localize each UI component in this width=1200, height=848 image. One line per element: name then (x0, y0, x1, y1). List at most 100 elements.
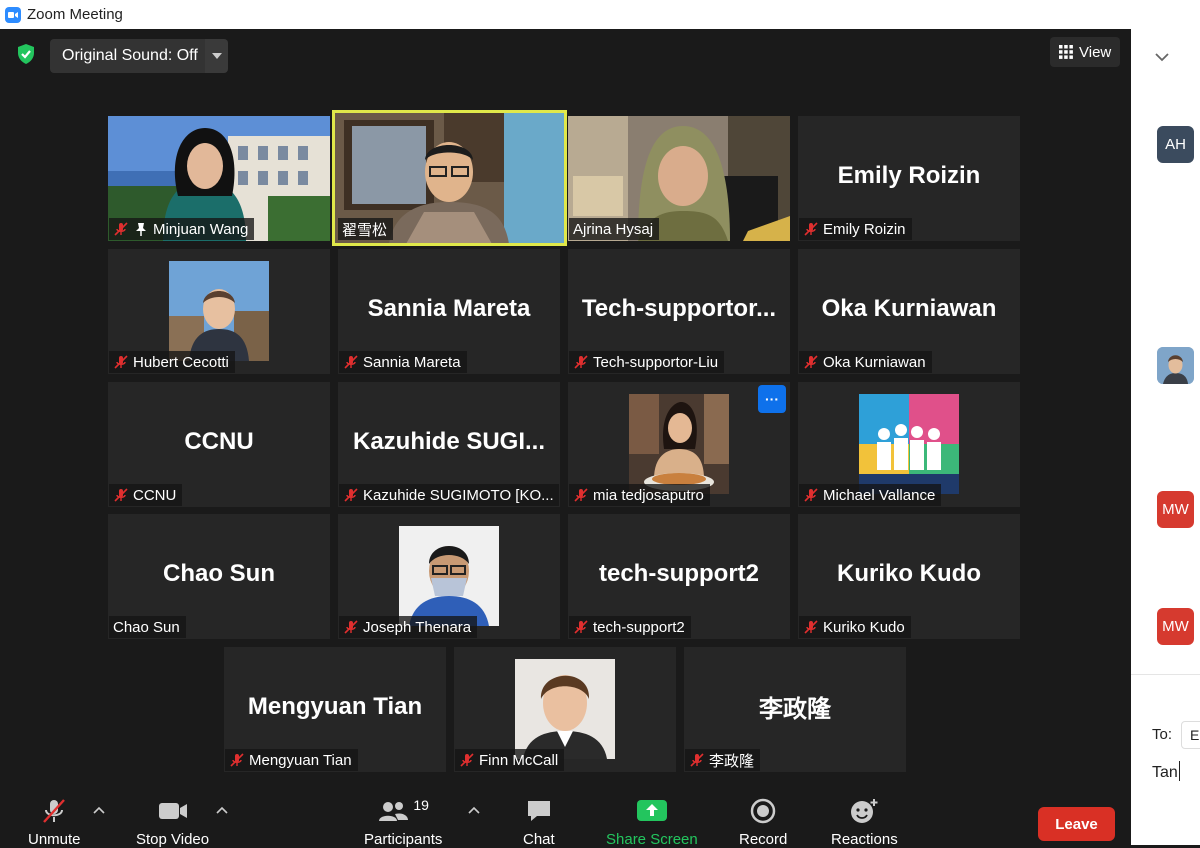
participant-label: Finn McCall (455, 749, 565, 771)
record-label: Record (739, 831, 788, 848)
participant-name: 翟雪松 (342, 221, 388, 239)
joseph-thenara-photo (399, 526, 499, 626)
participant-name: mia tedjosaputro (593, 486, 704, 504)
muted-mic-icon (804, 222, 818, 236)
participant-name: Joseph Thenara (363, 618, 472, 636)
participant-display-name: Sannia Mareta (367, 294, 531, 322)
participant-label: Minjuan Wang (109, 218, 255, 240)
participant-tile-michael-vallance[interactable]: Michael Vallance (798, 382, 1020, 507)
text-cursor (1178, 761, 1180, 781)
chevron-up-icon[interactable] (93, 805, 105, 815)
participant-tile-kuriko-kudo[interactable]: Kuriko Kudo Kuriko Kudo (798, 514, 1020, 639)
participant-tile-tech-support2[interactable]: tech-support2 tech-support2 (568, 514, 790, 639)
muted-mic-icon (344, 620, 358, 634)
chat-message-text: Tan (1152, 764, 1178, 781)
participant-label: Chao Sun (109, 616, 186, 638)
participant-label: Mengyuan Tian (225, 749, 358, 771)
participant-label: Ajrina Hysaj (569, 218, 660, 240)
participant-tile-hubert-cecotti[interactable]: Hubert Cecotti (108, 249, 330, 374)
encryption-shield-icon[interactable] (14, 42, 38, 66)
zoom-app-icon (5, 6, 21, 23)
chat-avatar-initials: MW (1162, 618, 1189, 635)
muted-mic-icon (574, 488, 588, 502)
stop-video-button[interactable]: Stop Video (136, 797, 209, 848)
participant-name: Finn McCall (479, 751, 559, 769)
participant-display-name: Oka Kurniawan (821, 294, 997, 322)
participant-tile-kazuhide-sugimoto[interactable]: Kazuhide SUGI... Kazuhide SUGIMOTO [KO..… (338, 382, 560, 507)
participant-label: Tech-supportor-Liu (569, 351, 725, 373)
muted-mic-icon (574, 355, 588, 369)
participant-tile-finn-mccall[interactable]: Finn McCall (454, 647, 676, 772)
record-icon (750, 798, 776, 824)
participant-tile-tech-supportor-liu[interactable]: Tech-supportor... Tech-supportor-Liu (568, 249, 790, 374)
participants-button[interactable]: 19 Participants (364, 797, 442, 848)
participant-photo (169, 261, 269, 361)
participant-photo (859, 394, 959, 494)
participant-label: 李政隆 (685, 749, 761, 771)
participant-label: Hubert Cecotti (109, 351, 235, 373)
participant-tile-mengyuan-tian[interactable]: Mengyuan Tian Mengyuan Tian (224, 647, 446, 772)
muted-mic-icon (114, 488, 128, 502)
participant-tile-joseph-thenara[interactable]: Joseph Thenara (338, 514, 560, 639)
record-button[interactable]: Record (739, 797, 787, 848)
participant-tile-mia-tedjosaputro[interactable]: ··· mia tedjosaputro (568, 382, 790, 507)
participant-tile-li-zhenglong[interactable]: 李政隆 李政隆 (684, 647, 906, 772)
participant-tile-ccnu[interactable]: CCNU CCNU (108, 382, 330, 507)
muted-mic-icon (804, 620, 818, 634)
chat-recipient-select[interactable]: E (1181, 721, 1200, 749)
chevron-up-icon[interactable] (216, 805, 228, 815)
chevron-up-icon[interactable] (468, 805, 480, 815)
chat-avatar: AH (1157, 126, 1194, 163)
participant-tile-chao-sun[interactable]: Chao Sun Chao Sun (108, 514, 330, 639)
participant-display-name: 李政隆 (759, 695, 831, 723)
share-screen-button[interactable]: Share Screen (606, 797, 698, 848)
stop-video-label: Stop Video (136, 831, 210, 848)
window-title: Zoom Meeting (27, 6, 123, 23)
muted-mic-icon (690, 753, 704, 767)
participant-tile-speaker[interactable]: 翟雪松 (332, 110, 567, 246)
original-sound-button[interactable]: Original Sound: Off (50, 39, 210, 73)
participant-name: Kazuhide SUGIMOTO [KO... (363, 486, 554, 504)
chevron-down-icon[interactable] (1155, 52, 1169, 62)
chat-divider (1131, 674, 1200, 675)
participant-name: Michael Vallance (823, 486, 936, 504)
avatar-photo-icon (1157, 347, 1194, 384)
muted-mic-icon (460, 753, 474, 767)
original-sound-label: Original Sound: Off (62, 47, 198, 64)
chat-avatar: MW (1157, 491, 1194, 528)
share-screen-icon (636, 800, 667, 821)
participant-tile-minjuan-wang[interactable]: Minjuan Wang (108, 116, 330, 241)
participant-tile-ajrina-hysaj[interactable]: Ajrina Hysaj (568, 116, 790, 241)
chat-avatar-photo (1157, 347, 1194, 384)
participants-icon (379, 802, 409, 821)
window-titlebar: Zoom Meeting (0, 0, 1200, 29)
participant-label: CCNU (109, 484, 183, 506)
participant-name: CCNU (133, 486, 177, 504)
leave-button[interactable]: Leave (1038, 807, 1115, 841)
more-options-button[interactable]: ··· (758, 385, 786, 413)
participant-name: Emily Roizin (823, 220, 906, 238)
participant-tile-emily-roizin[interactable]: Emily Roizin Emily Roizin (798, 116, 1020, 241)
participant-name: Hubert Cecotti (133, 353, 229, 371)
participant-display-name: tech-support2 (598, 559, 759, 587)
participant-display-name: Chao Sun (163, 559, 275, 587)
participant-tile-sannia-mareta[interactable]: Sannia Mareta Sannia Mareta (338, 249, 560, 374)
view-button[interactable]: View (1050, 37, 1121, 67)
reactions-button[interactable]: Reactions (831, 797, 898, 848)
participant-label: Michael Vallance (799, 484, 942, 506)
participant-label: Kuriko Kudo (799, 616, 911, 638)
chat-message-input[interactable]: Tan (1152, 761, 1180, 782)
view-label: View (1079, 43, 1112, 61)
participant-display-name: CCNU (184, 427, 254, 455)
participant-label: Joseph Thenara (339, 616, 478, 638)
chat-button[interactable]: Chat (523, 797, 555, 848)
unmute-label: Unmute (28, 831, 81, 848)
participant-label: Oka Kurniawan (799, 351, 932, 373)
participant-display-name: Kuriko Kudo (837, 559, 981, 587)
participant-label: Emily Roizin (799, 218, 912, 240)
share-screen-label: Share Screen (606, 831, 698, 848)
chat-avatar-initials: AH (1165, 136, 1186, 153)
unmute-button[interactable]: Unmute (28, 797, 81, 848)
participant-tile-oka-kurniawan[interactable]: Oka Kurniawan Oka Kurniawan (798, 249, 1020, 374)
original-sound-dropdown[interactable] (205, 39, 228, 73)
